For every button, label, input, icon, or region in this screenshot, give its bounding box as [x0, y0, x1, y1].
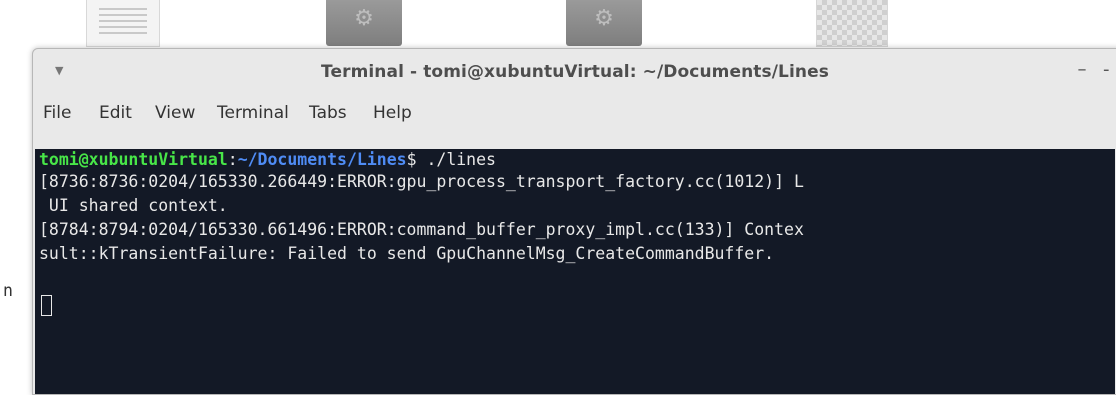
- prompt-line: tomi@xubuntuVirtual:~/Documents/Lines$ .…: [39, 149, 496, 171]
- desktop-gear-icon[interactable]: ⚙: [566, 0, 642, 46]
- document-line: [99, 14, 147, 16]
- output-line: UI shared context.: [39, 196, 228, 215]
- prompt-command: $ ./lines: [406, 150, 496, 169]
- stray-character: n: [3, 281, 13, 300]
- gear-icon: ⚙: [594, 6, 614, 31]
- output-line: [8736:8736:0204/165330.266449:ERROR:gpu_…: [39, 172, 804, 191]
- menu-tabs[interactable]: Tabs: [309, 103, 347, 123]
- gear-icon: ⚙: [354, 6, 374, 31]
- document-line: [99, 20, 147, 22]
- minimize-button[interactable]: –: [1071, 59, 1093, 81]
- document-line: [99, 32, 147, 34]
- terminal-output[interactable]: tomi@xubuntuVirtual:~/Documents/Lines$ .…: [35, 149, 1115, 394]
- output-line: [8784:8794:0204/165330.661496:ERROR:comm…: [39, 220, 804, 239]
- menu-help[interactable]: Help: [373, 103, 412, 123]
- desktop-image-icon[interactable]: [816, 0, 888, 47]
- title-bar[interactable]: ▼ Terminal - tomi@xubuntuVirtual: ~/Docu…: [33, 49, 1116, 93]
- prompt-separator: :: [227, 150, 238, 169]
- output-line: sult::kTransientFailure: Failed to send …: [39, 244, 775, 263]
- desktop-gear-icon[interactable]: ⚙: [326, 0, 402, 46]
- document-line: [99, 26, 147, 28]
- terminal-window: ▼ Terminal - tomi@xubuntuVirtual: ~/Docu…: [32, 48, 1116, 395]
- maximize-button[interactable]: -: [1103, 59, 1115, 81]
- menu-bar: File Edit View Terminal Tabs Help: [33, 93, 1116, 133]
- menu-terminal[interactable]: Terminal: [217, 103, 289, 123]
- prompt-path: ~/Documents/Lines: [237, 150, 407, 169]
- window-title: Terminal - tomi@xubuntuVirtual: ~/Docume…: [321, 62, 829, 82]
- text-cursor: [41, 295, 52, 316]
- menu-view[interactable]: View: [155, 103, 195, 123]
- desktop-document-icon[interactable]: [86, 0, 160, 47]
- prompt-user: tomi@xubuntuVirtual: [39, 150, 228, 169]
- document-line: [99, 8, 147, 10]
- menu-edit[interactable]: Edit: [99, 103, 132, 123]
- menu-file[interactable]: File: [43, 103, 71, 123]
